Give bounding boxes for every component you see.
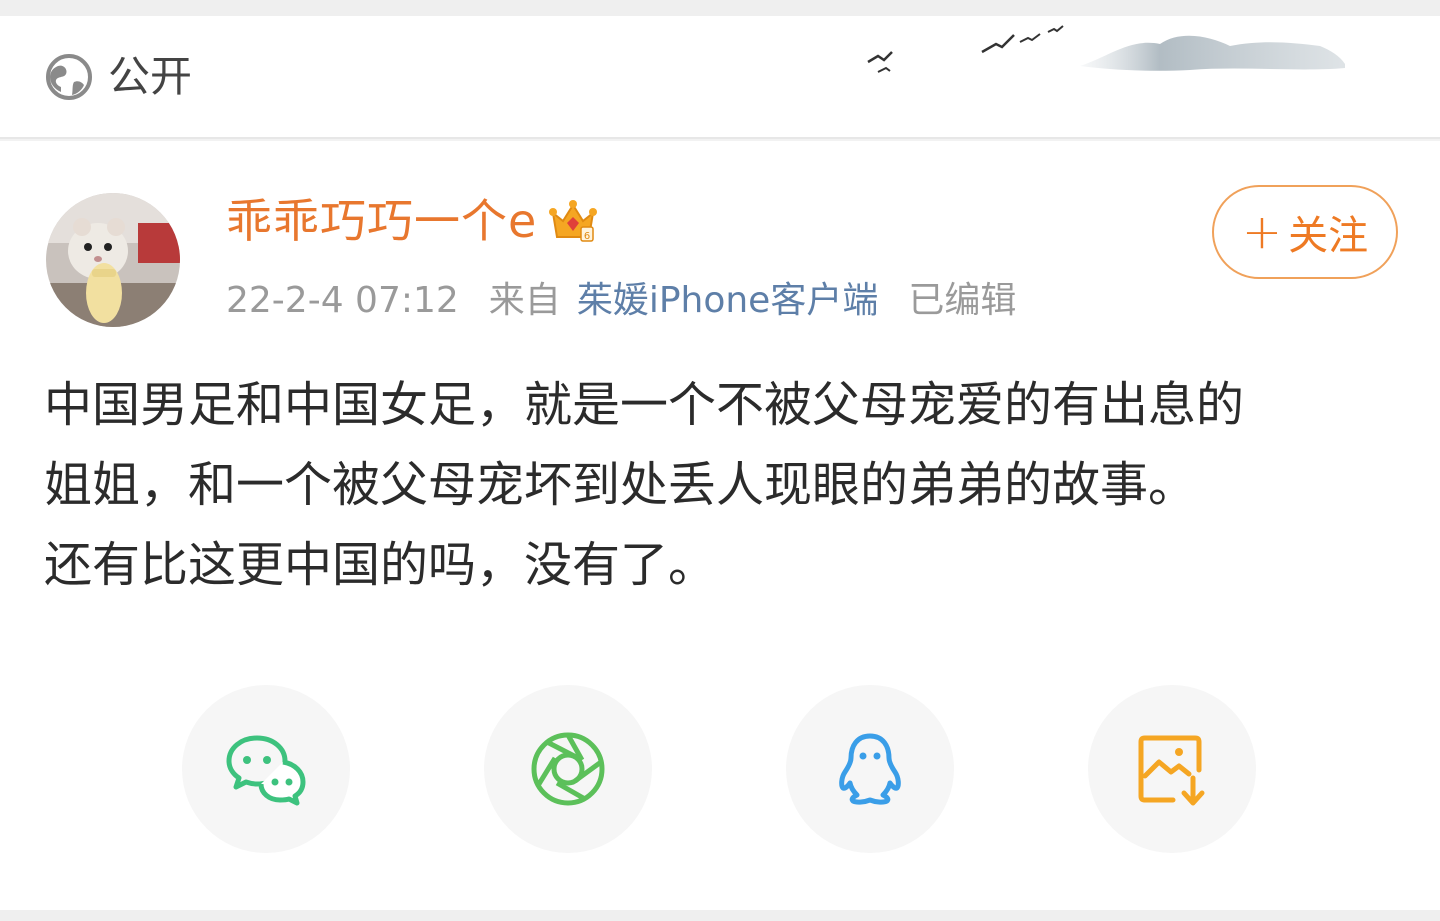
post-text-line: 中国男足和中国女足，就是一个不被父母宠爱的有出息的 bbox=[44, 377, 1245, 433]
edited-label[interactable]: 已编辑 bbox=[908, 283, 1016, 319]
follow-button[interactable]: + 关注 bbox=[1212, 185, 1398, 279]
author-avatar[interactable] bbox=[46, 193, 180, 327]
post-meta: 22-2-4 07:12 来自 茱媛iPhone客户端 已编辑 bbox=[226, 283, 1016, 319]
follow-label: 关注 bbox=[1288, 213, 1369, 259]
share-wechat-button[interactable] bbox=[182, 685, 350, 853]
post-source: 来自 茱媛iPhone客户端 bbox=[489, 283, 879, 319]
weibo-post-card: 乖乖巧巧一个e 6 22-2-4 07:12 来自 茱媛iPhone客户端 已编… bbox=[0, 141, 1440, 910]
author-name-row: 乖乖巧巧一个e 6 bbox=[226, 195, 599, 247]
post-text-line: 姐姐，和一个被父母宠坏到处丢人现眼的弟弟的故事。 bbox=[44, 457, 1197, 513]
post-text: 中国男足和中国女足，就是一个不被父母宠爱的有出息的 姐姐，和一个被父母宠坏到处丢… bbox=[44, 365, 1404, 605]
visibility-label: 公开 bbox=[108, 52, 193, 101]
banner-decoration bbox=[860, 16, 1380, 116]
source-client-link[interactable]: 茱媛iPhone客户端 bbox=[577, 283, 879, 319]
save-image-button[interactable] bbox=[1088, 685, 1256, 853]
svg-text:6: 6 bbox=[584, 231, 590, 242]
qq-icon bbox=[839, 733, 901, 805]
author-username[interactable]: 乖乖巧巧一个e bbox=[226, 198, 537, 244]
visibility-indicator[interactable]: 公开 bbox=[44, 52, 192, 102]
share-bar bbox=[0, 685, 1440, 855]
top-divider-strip bbox=[0, 0, 1440, 16]
save-image-icon bbox=[1138, 735, 1205, 806]
post-visibility-header: 公开 bbox=[0, 16, 1440, 139]
moments-icon bbox=[531, 732, 605, 806]
bottom-divider-strip bbox=[0, 910, 1440, 921]
post-timestamp: 22-2-4 07:12 bbox=[226, 280, 459, 321]
plus-icon: + bbox=[1241, 204, 1283, 260]
source-prefix: 来自 bbox=[488, 280, 561, 321]
globe-icon bbox=[44, 52, 94, 102]
crown-vip-icon[interactable]: 6 bbox=[547, 195, 599, 247]
share-qq-button[interactable] bbox=[786, 685, 954, 853]
wechat-icon bbox=[226, 735, 306, 806]
post-text-line: 还有比这更中国的吗，没有了。 bbox=[44, 537, 717, 593]
share-moments-button[interactable] bbox=[484, 685, 652, 853]
